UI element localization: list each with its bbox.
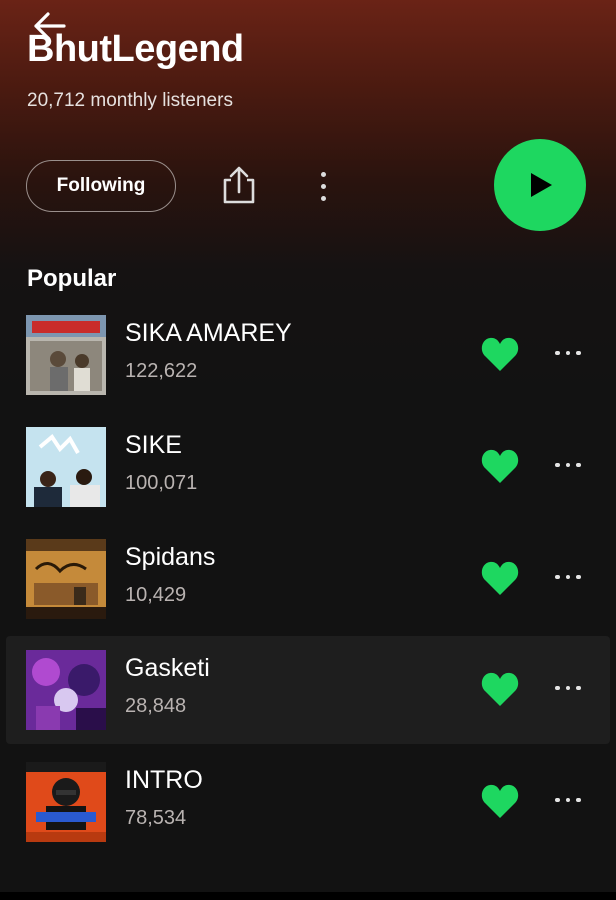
- dot: [565, 797, 571, 803]
- track-row-highlighted[interactable]: Gasketi 28,848: [6, 636, 610, 744]
- track-play-count: 100,071: [125, 472, 198, 494]
- dot: [555, 685, 560, 691]
- track-more-button[interactable]: [550, 670, 586, 706]
- track-row[interactable]: SIKE 100,071: [6, 427, 610, 537]
- dot: [565, 350, 571, 356]
- track-title: Gasketi: [125, 654, 210, 682]
- dot: [576, 462, 581, 468]
- monthly-listeners: 20,712 monthly listeners: [27, 90, 233, 111]
- track-play-count: 78,534: [125, 807, 187, 829]
- track-row[interactable]: INTRO 78,534: [6, 762, 610, 872]
- dot: [576, 574, 581, 580]
- track-more-button[interactable]: [550, 559, 586, 595]
- album-cover: [26, 539, 106, 619]
- track-title: SIKE: [125, 431, 182, 459]
- artist-name: BhutLegend: [27, 28, 244, 70]
- following-button[interactable]: Following: [26, 160, 176, 212]
- dot: [320, 183, 326, 189]
- album-cover: [26, 427, 106, 507]
- track-more-button[interactable]: [550, 335, 586, 371]
- play-icon: [531, 173, 552, 197]
- popular-section-title: Popular: [27, 265, 117, 292]
- track-title: Spidans: [125, 543, 216, 571]
- dot: [320, 171, 326, 177]
- heart-icon[interactable]: [480, 559, 520, 597]
- bottom-bar: [0, 892, 616, 900]
- heart-icon[interactable]: [480, 670, 520, 708]
- dot: [565, 462, 571, 468]
- dot: [555, 797, 560, 803]
- dot: [565, 574, 571, 580]
- heart-icon[interactable]: [480, 335, 520, 373]
- track-play-count: 10,429: [125, 584, 187, 606]
- track-row[interactable]: Spidans 10,429: [6, 539, 610, 649]
- heart-icon[interactable]: [480, 447, 520, 485]
- share-icon[interactable]: [219, 164, 259, 206]
- play-button[interactable]: [494, 139, 586, 231]
- dot: [320, 195, 326, 201]
- album-cover: [26, 762, 106, 842]
- track-row[interactable]: SIKA AMAREY 122,622: [6, 315, 610, 425]
- artist-page: BhutLegend 20,712 monthly listeners Foll…: [0, 0, 616, 900]
- track-more-button[interactable]: [550, 782, 586, 818]
- dot: [555, 462, 560, 468]
- dot: [555, 574, 560, 580]
- album-cover: [26, 315, 106, 395]
- dot: [576, 685, 581, 691]
- track-title: SIKA AMAREY: [125, 319, 292, 347]
- more-options-button[interactable]: [308, 166, 338, 206]
- track-more-button[interactable]: [550, 447, 586, 483]
- dot: [555, 350, 560, 356]
- album-cover: [26, 650, 106, 730]
- track-play-count: 122,622: [125, 360, 198, 382]
- dot: [576, 350, 581, 356]
- dot: [565, 685, 571, 691]
- dot: [576, 797, 581, 803]
- heart-icon[interactable]: [480, 782, 520, 820]
- track-play-count: 28,848: [125, 695, 187, 717]
- track-title: INTRO: [125, 766, 203, 794]
